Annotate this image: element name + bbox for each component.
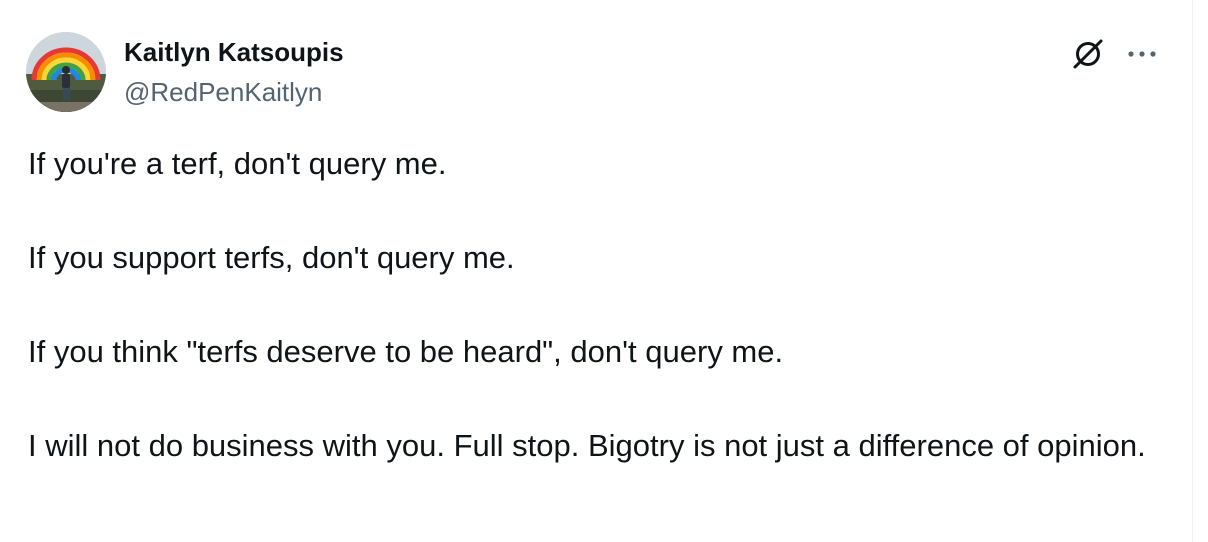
ellipsis-glyph [1128,51,1156,57]
tweet-paragraph: I will not do business with you. Full st… [28,428,1146,463]
tweet-card: Kaitlyn Katsoupis @RedPenKaitlyn If you'… [0,0,1192,542]
grok-icon[interactable] [1068,34,1108,74]
grok-icon-glyph [1073,39,1103,69]
tweet-paragraph: If you think "terfs deserve to be heard"… [28,334,784,369]
tweet-paragraph: If you support terfs, don't query me. [28,240,515,275]
tweet-paragraph: If you're a terf, don't query me. [28,146,447,181]
avatar[interactable] [26,32,106,112]
column-divider [1192,0,1208,542]
tweet-text: If you're a terf, don't query me. If you… [28,140,1148,469]
avatar-image [26,32,106,112]
display-name[interactable]: Kaitlyn Katsoupis [124,36,344,68]
more-options-icon[interactable] [1122,34,1162,74]
user-handle[interactable]: @RedPenKaitlyn [124,76,322,108]
